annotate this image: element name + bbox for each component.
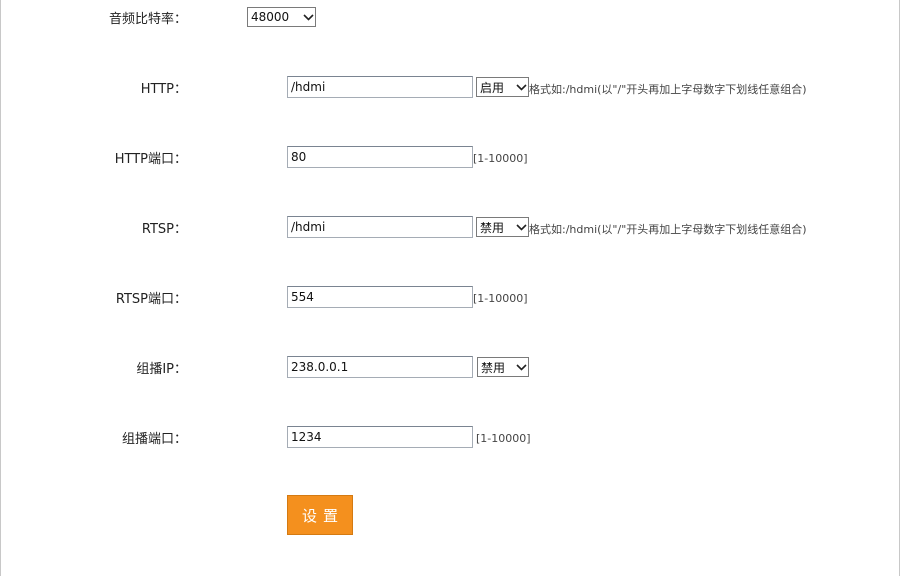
multicast-ip-label: 组播IP：	[136, 362, 187, 377]
multicast-enable-value: 禁用	[481, 360, 506, 375]
rtsp-path-input[interactable]	[287, 216, 473, 238]
multicast-port-input[interactable]	[287, 426, 473, 448]
rtsp-enable-value: 禁用	[480, 220, 505, 235]
http-enable-value: 启用	[480, 80, 505, 95]
http-port-label: HTTP端口：	[114, 152, 187, 167]
http-port-range: [1-10000]	[473, 152, 528, 165]
http-path-input[interactable]	[287, 76, 473, 98]
rtsp-enable-select[interactable]: 禁用	[476, 217, 529, 237]
settings-form: 音频比特率： 48000 HTTP： 启用 格式如:/hdmi(以"/"开头再加…	[0, 0, 900, 576]
http-enable-select[interactable]: 启用	[476, 77, 529, 97]
chevron-down-icon	[301, 8, 315, 26]
chevron-down-icon	[514, 218, 528, 236]
audio-sample-rate-select[interactable]: 48000	[247, 7, 316, 27]
rtsp-port-input[interactable]	[287, 286, 473, 308]
multicast-enable-select[interactable]: 禁用	[477, 357, 529, 377]
rtsp-format-hint: 格式如:/hdmi(以"/"开头再加上字母数字下划线任意组合)	[529, 223, 807, 236]
multicast-ip-input[interactable]	[287, 356, 473, 378]
multicast-port-label: 组播端口：	[121, 432, 187, 447]
rtsp-port-label: RTSP端口：	[115, 292, 187, 307]
rtsp-label: RTSP：	[141, 222, 187, 237]
audio-sample-rate-label: 音频比特率：	[108, 12, 187, 27]
chevron-down-icon	[514, 78, 528, 96]
http-port-input[interactable]	[287, 146, 473, 168]
chevron-down-icon	[514, 358, 528, 376]
http-format-hint: 格式如:/hdmi(以"/"开头再加上字母数字下划线任意组合)	[529, 83, 807, 96]
submit-button[interactable]: 设置	[287, 495, 353, 535]
multicast-port-range: [1-10000]	[476, 432, 531, 445]
http-label: HTTP：	[140, 82, 187, 97]
audio-sample-rate-value: 48000	[251, 10, 290, 24]
rtsp-port-range: [1-10000]	[473, 292, 528, 305]
